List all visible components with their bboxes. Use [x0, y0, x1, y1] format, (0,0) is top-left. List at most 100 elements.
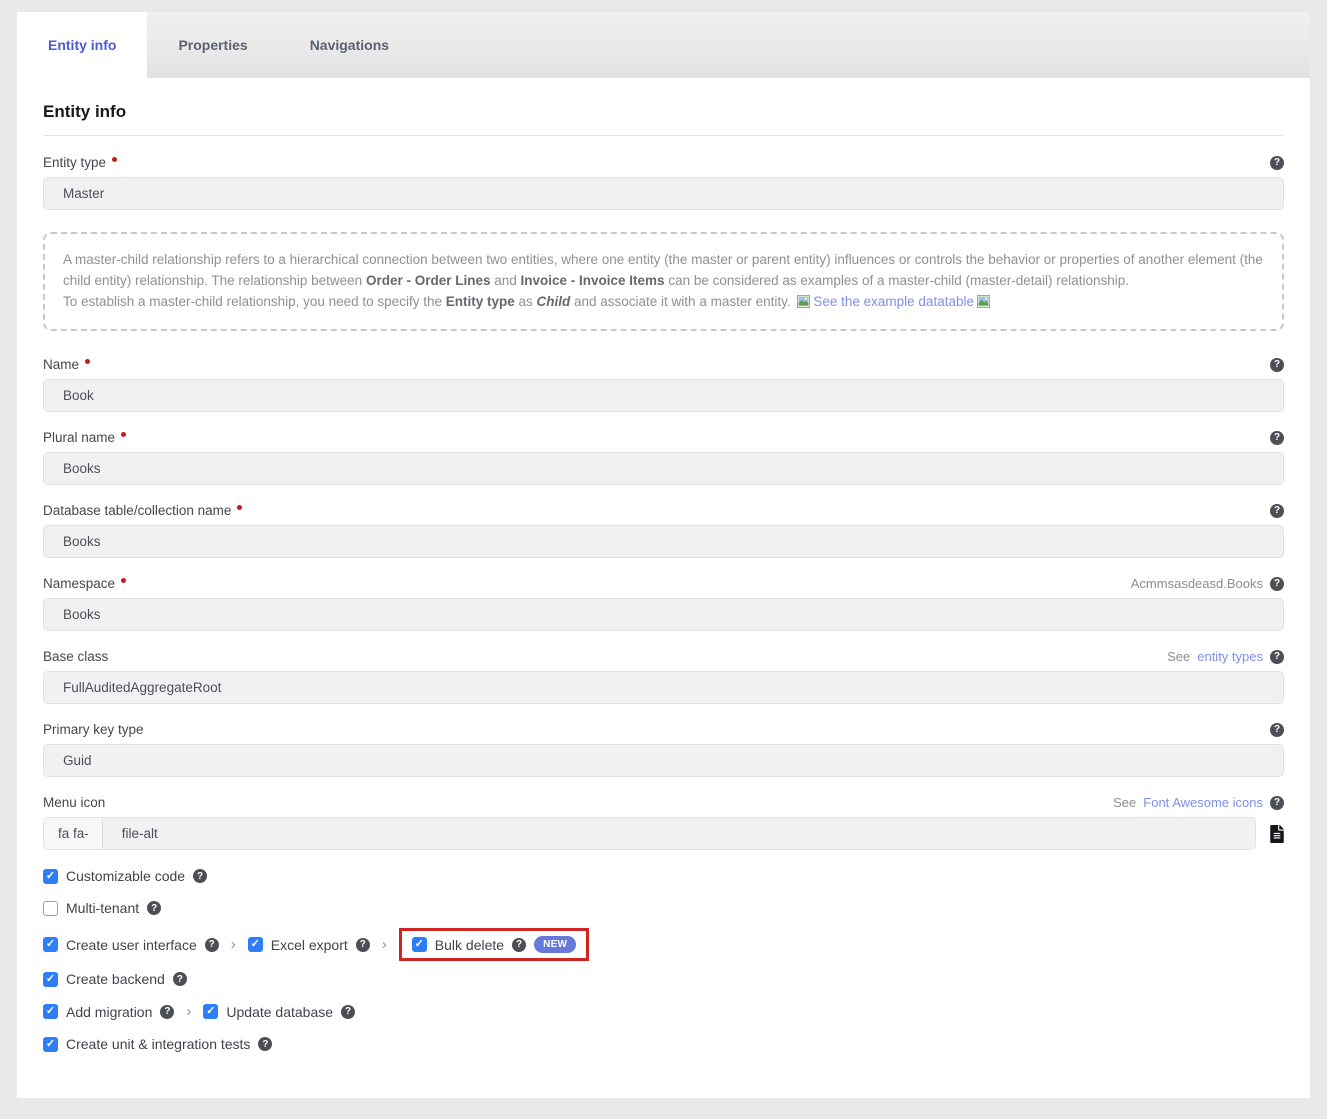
image-icon [977, 293, 990, 314]
field-base-class: Base class See entity types? FullAudited… [43, 649, 1284, 704]
row-create-tests: ✓ Create unit & integration tests ? [43, 1036, 1284, 1052]
help-icon[interactable]: ? [147, 901, 161, 915]
chevron-right-icon: › [382, 936, 387, 953]
help-icon[interactable]: ? [1270, 796, 1284, 810]
base-class-label: Base class [43, 649, 108, 664]
info-text: can be considered as examples of a maste… [665, 273, 1129, 288]
row-create-backend: ✓ Create backend ? [43, 971, 1284, 987]
bulk-delete-highlight-box: ✓ Bulk delete ? NEW [399, 928, 590, 961]
entity-type-input[interactable]: Master [43, 177, 1284, 210]
field-menu-icon: Menu icon See Font Awesome icons? fa fa-… [43, 795, 1284, 850]
checkbox-label: Add migration [66, 1004, 152, 1020]
check-icon: ✓ [46, 974, 55, 985]
checkbox-create-backend[interactable]: ✓ Create backend ? [43, 971, 187, 987]
help-icon[interactable]: ? [512, 938, 526, 952]
name-input[interactable]: Book [43, 379, 1284, 412]
help-icon[interactable]: ? [1270, 577, 1284, 591]
checkbox-label: Create user interface [66, 937, 197, 953]
help-icon[interactable]: ? [205, 938, 219, 952]
checkbox-label: Create unit & integration tests [66, 1036, 250, 1052]
checkbox-box[interactable]: ✓ [43, 1037, 58, 1052]
checkbox-box[interactable]: ✓ [43, 1004, 58, 1019]
help-icon[interactable]: ? [193, 869, 207, 883]
see-text: See [1113, 795, 1136, 810]
checkbox-customizable-code[interactable]: ✓ Customizable code ? [43, 868, 207, 884]
required-dot [85, 359, 90, 364]
help-icon[interactable]: ? [341, 1005, 355, 1019]
checkbox-label: Customizable code [66, 868, 185, 884]
checkbox-label: Excel export [271, 937, 348, 953]
help-icon[interactable]: ? [356, 938, 370, 952]
help-icon[interactable]: ? [1270, 504, 1284, 518]
name-label: Name [43, 357, 90, 372]
row-create-user-interface: ✓ Create user interface ? › ✓ Excel expo… [43, 928, 1284, 961]
field-primary-key: Primary key type ? Guid [43, 722, 1284, 777]
check-icon: ✓ [206, 1006, 215, 1017]
page-background: Entity info Properties Navigations Entit… [0, 0, 1327, 1112]
base-class-input[interactable]: FullAuditedAggregateRoot [43, 671, 1284, 704]
divider [43, 135, 1284, 136]
checkbox-create-tests[interactable]: ✓ Create unit & integration tests ? [43, 1036, 272, 1052]
menu-icon-prefix: fa fa- [43, 817, 102, 850]
primary-key-input[interactable]: Guid [43, 744, 1284, 777]
new-badge: NEW [534, 936, 576, 953]
required-dot [237, 505, 242, 510]
check-icon: ✓ [46, 1039, 55, 1050]
see-text: See [1167, 649, 1190, 664]
namespace-input[interactable]: Books [43, 598, 1284, 631]
checkbox-label: Multi-tenant [66, 900, 139, 916]
info-text: and associate it with a master entity. [570, 294, 794, 309]
help-icon[interactable]: ? [160, 1005, 174, 1019]
row-multi-tenant: ✓ Multi-tenant ? [43, 900, 1284, 916]
check-icon: ✓ [46, 871, 55, 882]
info-bold: Invoice - Invoice Items [521, 273, 665, 288]
tab-properties[interactable]: Properties [147, 12, 278, 78]
required-dot [112, 157, 117, 162]
help-icon[interactable]: ? [1270, 156, 1284, 170]
help-icon[interactable]: ? [1270, 723, 1284, 737]
entity-type-label: Entity type [43, 155, 117, 170]
checkbox-box[interactable]: ✓ [412, 937, 427, 952]
info-text: and [490, 273, 520, 288]
namespace-label: Namespace [43, 576, 126, 591]
checkbox-excel-export[interactable]: ✓ Excel export ? [248, 937, 370, 953]
field-entity-type: Entity type ? Master [43, 155, 1284, 210]
checkbox-box[interactable]: ✓ [43, 937, 58, 952]
font-awesome-icons-link[interactable]: Font Awesome icons [1143, 795, 1263, 810]
help-icon[interactable]: ? [1270, 358, 1284, 372]
checkbox-label: Create backend [66, 971, 165, 987]
help-icon[interactable]: ? [1270, 431, 1284, 445]
image-icon [797, 293, 810, 314]
row-customizable-code: ✓ Customizable code ? [43, 868, 1284, 884]
plural-name-input[interactable]: Books [43, 452, 1284, 485]
help-icon[interactable]: ? [173, 972, 187, 986]
entity-types-link[interactable]: entity types [1197, 649, 1263, 664]
checkbox-create-user-interface[interactable]: ✓ Create user interface ? [43, 937, 219, 953]
menu-icon-input[interactable]: file-alt [102, 817, 1256, 850]
tab-navigations[interactable]: Navigations [279, 12, 420, 78]
checkbox-add-migration[interactable]: ✓ Add migration ? [43, 1004, 174, 1020]
field-db-table: Database table/collection name ? Books [43, 503, 1284, 558]
tab-entity-info[interactable]: Entity info [17, 12, 147, 78]
required-dot [121, 578, 126, 583]
help-icon[interactable]: ? [258, 1037, 272, 1051]
example-datatable-link[interactable]: See the example datatable [813, 294, 974, 309]
help-icon[interactable]: ? [1270, 650, 1284, 664]
db-table-input[interactable]: Books [43, 525, 1284, 558]
checkbox-box[interactable]: ✓ [43, 972, 58, 987]
required-dot [121, 432, 126, 437]
checkbox-label: Bulk delete [435, 937, 504, 953]
checkbox-bulk-delete[interactable]: ✓ Bulk delete ? NEW [412, 936, 577, 953]
checkbox-multi-tenant[interactable]: ✓ Multi-tenant ? [43, 900, 161, 916]
menu-icon-label: Menu icon [43, 795, 105, 810]
checkbox-update-database[interactable]: ✓ Update database ? [203, 1004, 355, 1020]
checkbox-box[interactable]: ✓ [203, 1004, 218, 1019]
checkbox-label: Update database [226, 1004, 333, 1020]
namespace-preview: Acmmsasdeasd.Books [1131, 576, 1263, 591]
checkbox-box[interactable]: ✓ [43, 869, 58, 884]
row-add-migration: ✓ Add migration ? › ✓ Update database ? [43, 1003, 1284, 1020]
checkbox-box[interactable]: ✓ [43, 901, 58, 916]
tab-bar: Entity info Properties Navigations [17, 12, 1310, 78]
chevron-right-icon: › [231, 936, 236, 953]
checkbox-box[interactable]: ✓ [248, 937, 263, 952]
